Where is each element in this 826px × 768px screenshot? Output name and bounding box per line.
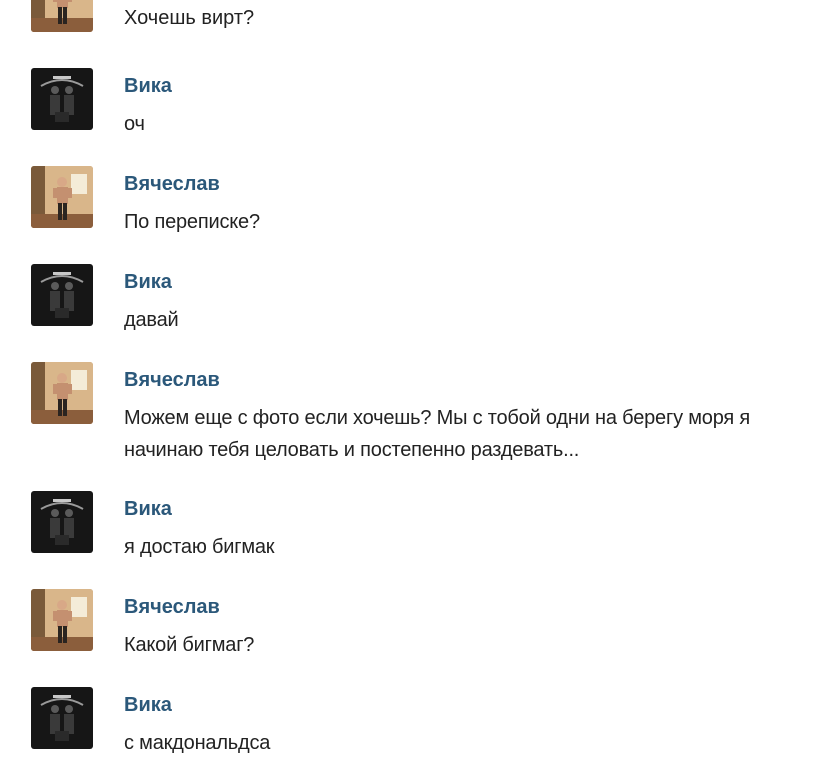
message-text: По переписке? (124, 211, 260, 233)
dark-photo-icon[interactable] (31, 68, 93, 130)
photo-man-icon[interactable] (31, 589, 93, 651)
message: Вика оч (0, 68, 826, 148)
message-text: оч (124, 113, 145, 135)
photo-man-icon[interactable] (31, 0, 93, 32)
message-text: Какой бигмаг? (124, 634, 255, 656)
message-author[interactable]: Вячеслав (124, 368, 220, 392)
message: Вика с макдональдса (0, 687, 826, 767)
message-author[interactable]: Вика (124, 270, 172, 294)
message: Вячеслав Какой бигмаг? (0, 589, 826, 669)
dark-photo-icon[interactable] (31, 491, 93, 553)
message: Вика давай (0, 264, 826, 344)
message-text: давай (124, 309, 179, 331)
message-text: с макдональдса (124, 732, 271, 754)
message-author[interactable]: Вика (124, 693, 172, 717)
message: Хочешь вирт? (0, 0, 826, 62)
message-author[interactable]: Вика (124, 497, 172, 521)
photo-man-icon[interactable] (31, 362, 93, 424)
message: Вячеслав Можем еще с фото если хочешь? М… (0, 362, 826, 472)
dark-photo-icon[interactable] (31, 687, 93, 749)
message-author[interactable]: Вячеслав (124, 595, 220, 619)
message-author[interactable]: Вика (124, 74, 172, 98)
photo-man-icon[interactable] (31, 166, 93, 228)
message-text: я достаю бигмак (124, 536, 275, 558)
chat-history: Хочешь вирт? Вика оч Вячеслав По перепис… (0, 0, 826, 768)
message-author[interactable]: Вячеслав (124, 172, 220, 196)
message-text: Можем еще с фото если хочешь? Мы с тобой… (124, 407, 751, 461)
message-text: Хочешь вирт? (124, 7, 255, 29)
dark-photo-icon[interactable] (31, 264, 93, 326)
message: Вячеслав По переписке? (0, 166, 826, 246)
message: Вика я достаю бигмак (0, 491, 826, 571)
